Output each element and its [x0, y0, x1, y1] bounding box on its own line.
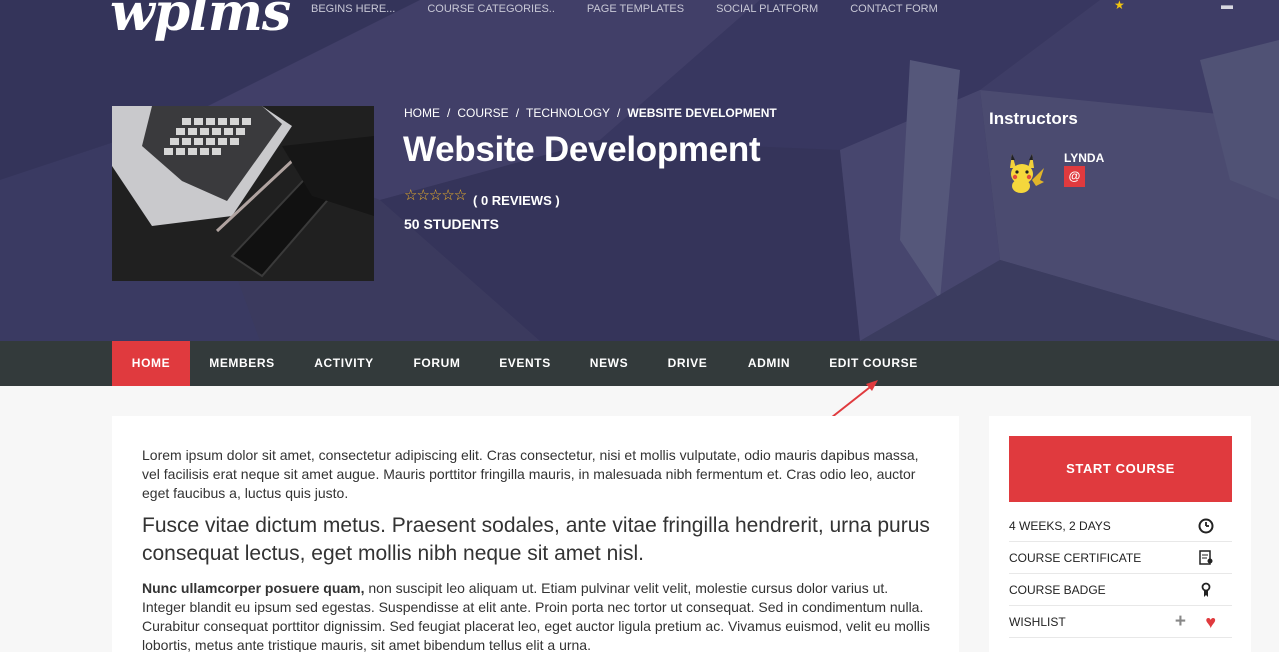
topnav-page-templates[interactable]: PAGE TEMPLATES [587, 3, 684, 15]
course-description: Lorem ipsum dolor sit amet, consectetur … [112, 416, 959, 652]
breadcrumb-separator: / [617, 106, 621, 120]
course-duration: 4 WEEKS, 2 DAYS [1009, 519, 1111, 533]
breadcrumb-separator: / [515, 106, 520, 120]
course-duration-row: 4 WEEKS, 2 DAYS [1009, 510, 1232, 542]
course-certificate-row: COURSE CERTIFICATE [1009, 542, 1232, 574]
heart-icon[interactable]: ♥ [1205, 606, 1216, 638]
instructors-heading: Instructors [989, 109, 1078, 128]
description-lead: Fusce vitae dictum metus. Praesent sodal… [142, 514, 930, 565]
wishlist-row: WISHLIST + ♥ [1009, 606, 1232, 638]
start-course-button[interactable]: START COURSE [1009, 436, 1232, 502]
course-badge-row: COURSE BADGE [1009, 574, 1232, 606]
course-navigation: HOME MEMBERS ACTIVITY FORUM EVENTS NEWS … [0, 341, 1279, 386]
breadcrumb: HOME / COURSE / TECHNOLOGY / WEBSITE DEV… [404, 106, 777, 120]
course-hero: wplms BEGINS HERE... COURSE CATEGORIES..… [0, 0, 1279, 341]
rating-stars: ☆☆☆☆☆ [404, 187, 467, 204]
top-navigation: BEGINS HERE... COURSE CATEGORIES.. PAGE … [311, 3, 970, 15]
tab-members[interactable]: MEMBERS [190, 341, 294, 386]
description-paragraph: Nunc ullamcorper posuere quam, non susci… [142, 579, 932, 652]
cart-icon[interactable]: ▬ [1221, 0, 1233, 12]
tab-home[interactable]: HOME [112, 341, 190, 386]
star-icon[interactable]: ★ [1114, 0, 1125, 12]
site-logo[interactable]: wplms [110, 0, 291, 43]
tab-drive[interactable]: DRIVE [648, 341, 727, 386]
topnav-contact-form[interactable]: CONTACT FORM [850, 3, 938, 15]
tab-events[interactable]: EVENTS [480, 341, 570, 386]
course-thumbnail [112, 106, 374, 281]
topnav-course-categories[interactable]: COURSE CATEGORIES.. [427, 3, 555, 15]
topnav-begins-here[interactable]: BEGINS HERE... [311, 3, 395, 15]
reviews-count[interactable]: ( 0 REVIEWS ) [473, 193, 560, 208]
breadcrumb-home[interactable]: HOME [404, 106, 440, 120]
instructor-avatar[interactable] [1002, 150, 1046, 194]
course-sidebar: START COURSE 4 WEEKS, 2 DAYS COURSE CERT… [989, 416, 1251, 652]
tab-activity[interactable]: ACTIVITY [294, 341, 394, 386]
plus-icon[interactable]: + [1175, 606, 1186, 638]
description-bold: Nunc ullamcorper posuere quam, [142, 580, 365, 596]
course-title: Website Development [403, 130, 761, 169]
tab-news[interactable]: NEWS [570, 341, 648, 386]
description-paragraph: Lorem ipsum dolor sit amet, consectetur … [142, 447, 919, 501]
course-certificate: COURSE CERTIFICATE [1009, 551, 1142, 565]
instructor-message-icon[interactable]: @ [1064, 166, 1085, 187]
instructor-name[interactable]: LYNDA [1064, 151, 1104, 165]
wishlist-label: WISHLIST [1009, 615, 1066, 629]
breadcrumb-technology[interactable]: TECHNOLOGY [526, 106, 610, 120]
badge-icon [1198, 574, 1214, 606]
certificate-icon [1198, 542, 1214, 574]
course-badge: COURSE BADGE [1009, 583, 1106, 597]
breadcrumb-current: WEBSITE DEVELOPMENT [627, 106, 777, 120]
topnav-social-platform[interactable]: SOCIAL PLATFORM [716, 3, 818, 15]
tab-forum[interactable]: FORUM [394, 341, 480, 386]
breadcrumb-course[interactable]: COURSE [457, 106, 508, 120]
breadcrumb-separator: / [447, 106, 451, 120]
clock-icon [1198, 510, 1214, 542]
students-count: 50 STUDENTS [404, 216, 499, 232]
tab-admin[interactable]: ADMIN [727, 341, 811, 386]
